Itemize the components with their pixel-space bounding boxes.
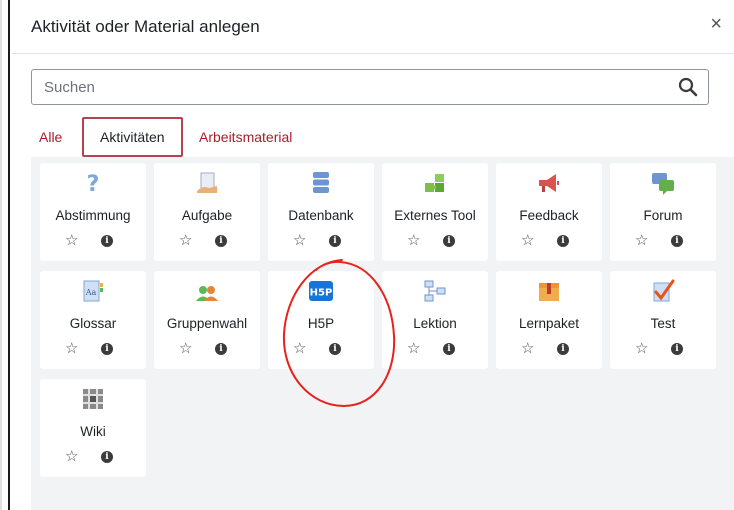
activity-chooser-dialog: Aktivität oder Material anlegen × Suchen… (12, 0, 734, 510)
tab-aktivitaeten[interactable]: Aktivitäten (82, 117, 183, 157)
svg-text:H5P: H5P (310, 288, 333, 299)
module-tile-externes-tool[interactable]: Externes Tool ☆ i (382, 163, 488, 261)
checkmark-icon (653, 279, 675, 302)
info-icon[interactable]: i (101, 235, 113, 247)
dialog-header: Aktivität oder Material anlegen × (12, 0, 734, 54)
tile-label: Forum (643, 208, 683, 223)
star-icon[interactable]: ☆ (521, 233, 534, 249)
star-icon[interactable]: ☆ (65, 449, 78, 465)
database-icon (313, 172, 329, 193)
star-icon[interactable]: ☆ (293, 233, 306, 249)
search-icon[interactable] (678, 77, 698, 97)
info-icon[interactable]: i (443, 343, 455, 355)
glossary-icon: Aa (83, 280, 103, 302)
tile-label: Lektion (413, 316, 457, 331)
tile-label: Aufgabe (181, 208, 233, 223)
tile-label: Glossar (69, 316, 117, 331)
group-icon (196, 286, 218, 301)
star-icon[interactable]: ☆ (179, 341, 192, 357)
module-tile-lektion[interactable]: Lektion ☆ i (382, 271, 488, 369)
wiki-icon (83, 389, 103, 409)
star-icon[interactable]: ☆ (521, 341, 534, 357)
assignment-icon (197, 172, 217, 193)
h5p-icon: H5P (309, 281, 333, 301)
search-placeholder: Suchen (44, 79, 95, 96)
info-icon[interactable]: i (215, 343, 227, 355)
puzzle-icon (425, 174, 444, 192)
module-tile-wiki[interactable]: Wiki ☆ i (40, 379, 146, 477)
star-icon[interactable]: ☆ (179, 233, 192, 249)
module-tile-test[interactable]: Test ☆ i (610, 271, 716, 369)
star-icon[interactable]: ☆ (293, 341, 306, 357)
star-icon[interactable]: ☆ (65, 341, 78, 357)
svg-text:?: ? (87, 172, 100, 195)
star-icon[interactable]: ☆ (65, 233, 78, 249)
window-edge (0, 0, 2, 510)
module-tile-glossar[interactable]: Aa Glossar ☆ i (40, 271, 146, 369)
module-tile-forum[interactable]: Forum ☆ i (610, 163, 716, 261)
tab-alle[interactable]: Alle (39, 117, 62, 157)
info-icon[interactable]: i (443, 235, 455, 247)
tile-label: H5P (307, 316, 335, 331)
star-icon[interactable]: ☆ (635, 233, 648, 249)
window-border (8, 0, 10, 510)
tile-label: Externes Tool (394, 208, 476, 223)
module-tile-feedback[interactable]: Feedback ☆ i (496, 163, 602, 261)
dialog-title: Aktivität oder Material anlegen (31, 17, 260, 36)
star-icon[interactable]: ☆ (635, 341, 648, 357)
close-icon[interactable]: × (710, 14, 722, 34)
question-icon: ? (87, 172, 100, 195)
tile-label: Gruppenwahl (166, 316, 248, 331)
info-icon[interactable]: i (101, 451, 113, 463)
category-tabs: Alle Aktivitäten Arbeitsmaterial (31, 117, 721, 157)
info-icon[interactable]: i (557, 343, 569, 355)
module-tile-datenbank[interactable]: Datenbank ☆ i (268, 163, 374, 261)
module-tile-aufgabe[interactable]: Aufgabe ☆ i (154, 163, 260, 261)
tab-arbeitsmaterial[interactable]: Arbeitsmaterial (199, 117, 292, 157)
info-icon[interactable]: i (557, 235, 569, 247)
tile-label: Lernpaket (518, 316, 580, 331)
svg-text:Aa: Aa (85, 288, 97, 297)
tile-label: Test (650, 316, 676, 331)
info-icon[interactable]: i (329, 343, 341, 355)
tile-label: Wiki (80, 424, 106, 439)
tile-label: Datenbank (288, 208, 354, 223)
star-icon[interactable]: ☆ (407, 233, 420, 249)
info-icon[interactable]: i (329, 235, 341, 247)
info-icon[interactable]: i (671, 235, 683, 247)
module-tile-gruppenwahl[interactable]: Gruppenwahl ☆ i (154, 271, 260, 369)
star-icon[interactable]: ☆ (407, 341, 420, 357)
chat-icon (652, 173, 674, 195)
info-icon[interactable]: i (101, 343, 113, 355)
search-input[interactable]: Suchen (31, 69, 709, 105)
package-icon (539, 283, 559, 301)
megaphone-icon (539, 174, 559, 192)
info-icon[interactable]: i (215, 235, 227, 247)
flowchart-icon (424, 280, 446, 302)
tile-label: Abstimmung (55, 208, 131, 223)
module-tile-lernpaket[interactable]: Lernpaket ☆ i (496, 271, 602, 369)
tile-label: Feedback (519, 208, 579, 223)
info-icon[interactable]: i (671, 343, 683, 355)
module-tile-h5p[interactable]: H5P H5P ☆ i (268, 271, 374, 369)
module-tile-abstimmung[interactable]: ? Abstimmung ☆ i (40, 163, 146, 261)
